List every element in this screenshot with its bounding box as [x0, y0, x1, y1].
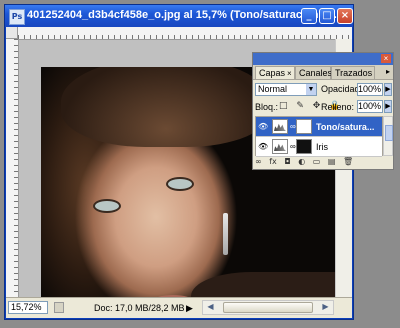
layer-row-iris[interactable]: 👁 ∞ Iris — [256, 137, 382, 157]
delete-layer-icon[interactable]: 🗑 — [343, 157, 353, 166]
layer-mask-thumbnail[interactable] — [296, 119, 312, 134]
panel-footer: ∞ fx ◘ ◐ ▭ ▤ 🗑 — [255, 157, 391, 169]
document-titlebar[interactable]: Ps 401252404_d3b4cf458e_o.jpg al 15,7% (… — [5, 5, 353, 27]
tab-close-icon[interactable]: × — [287, 69, 292, 78]
link-chain-icon[interactable]: ∞ — [290, 142, 296, 151]
chevron-down-icon[interactable]: ▼ — [306, 84, 316, 95]
adjustment-thumbnail[interactable] — [272, 119, 288, 134]
horizontal-ruler[interactable] — [18, 27, 352, 40]
fill-slider-icon[interactable]: ▶ — [384, 100, 392, 113]
layer-name[interactable]: Iris — [316, 142, 328, 152]
link-layers-icon[interactable]: ∞ — [255, 157, 262, 166]
ruler-corner[interactable] — [6, 27, 18, 39]
blend-mode-value: Normal — [258, 84, 288, 94]
photo-eye-right — [166, 177, 194, 191]
maximize-button[interactable]: □ — [319, 8, 335, 24]
zoom-field[interactable]: 15,72% — [8, 301, 48, 314]
horizontal-scrollbar[interactable]: ◀ ▶ — [202, 300, 334, 315]
tab-trazados[interactable]: Trazados — [331, 66, 375, 79]
vertical-ruler[interactable] — [6, 39, 19, 297]
adjustment-layer-icon[interactable]: ◐ — [298, 157, 305, 166]
blend-mode-select[interactable]: Normal ▼ — [255, 83, 317, 96]
layer-style-icon[interactable]: fx — [269, 157, 277, 166]
photo-earring — [223, 213, 228, 255]
fill-label: Relleno: — [321, 102, 355, 112]
layer-mask-thumbnail[interactable] — [296, 139, 312, 154]
visibility-eye-icon[interactable]: 👁 — [258, 122, 268, 131]
photoshop-icon: Ps — [9, 9, 25, 25]
document-title: 401252404_d3b4cf458e_o.jpg al 15,7% (Ton… — [27, 9, 343, 21]
lock-label: Bloq.: — [255, 102, 279, 112]
scroll-right-icon[interactable]: ▶ — [319, 302, 332, 313]
document-status-icon[interactable] — [54, 302, 64, 313]
new-group-icon[interactable]: ▭ — [313, 157, 321, 166]
layer-row-tono-saturacion[interactable]: 👁 ∞ Tono/satura... — [256, 117, 382, 137]
tab-capas[interactable]: Capas × — [255, 66, 295, 79]
minimize-button[interactable]: _ — [301, 8, 317, 24]
panel-menu-icon[interactable]: ▸ — [386, 67, 390, 76]
tab-trazados-label: Trazados — [335, 68, 373, 78]
add-mask-icon[interactable]: ◘ — [284, 157, 290, 166]
opacity-field[interactable]: 100% — [357, 83, 383, 96]
photo-hair — [61, 67, 271, 147]
tab-canales-label: Canales — [299, 68, 333, 78]
tab-capas-label: Capas — [259, 68, 286, 78]
scroll-left-icon[interactable]: ◀ — [204, 302, 217, 313]
document-size: Doc: 17,0 MB/28,2 MB — [94, 303, 185, 313]
layer-list-scrollbar[interactable] — [383, 116, 393, 156]
tab-canales[interactable]: Canales — [295, 66, 333, 79]
opacity-slider-icon[interactable]: ▶ — [384, 83, 392, 96]
visibility-eye-icon[interactable]: 👁 — [258, 142, 268, 151]
panel-close-button[interactable]: × — [381, 54, 391, 63]
layer-list: 👁 ∞ Tono/satura... 👁 ∞ Iris — [255, 116, 383, 157]
panel-header[interactable]: × — [253, 53, 393, 65]
horizontal-scroll-thumb[interactable] — [223, 302, 313, 313]
close-button[interactable]: × — [337, 8, 353, 24]
lock-row: Bloq.: □ ✎ ✥ 🔒 Relleno: 100% ▶ — [255, 100, 392, 114]
photo-eye-left — [93, 199, 121, 213]
status-bar: 15,72% Doc: 17,0 MB/28,2 MB ▶ ◀ ▶ — [6, 297, 352, 318]
link-chain-icon[interactable]: ∞ — [290, 122, 296, 131]
panel-tabs: Capas × Canales Trazados ▸ — [253, 65, 393, 80]
layer-name[interactable]: Tono/satura... — [316, 122, 374, 132]
status-menu-arrow[interactable]: ▶ — [186, 303, 193, 314]
opacity-label: Opacidad: — [321, 84, 363, 94]
layer-list-scroll-thumb[interactable] — [385, 125, 393, 141]
new-layer-icon[interactable]: ▤ — [328, 157, 336, 166]
fill-field[interactable]: 100% — [357, 100, 383, 113]
blend-row: Normal ▼ Opacidad: 100% ▶ — [255, 83, 392, 97]
layers-panel: × Capas × Canales Trazados ▸ Normal ▼ Opa… — [252, 52, 394, 170]
adjustment-thumbnail[interactable] — [272, 139, 288, 154]
